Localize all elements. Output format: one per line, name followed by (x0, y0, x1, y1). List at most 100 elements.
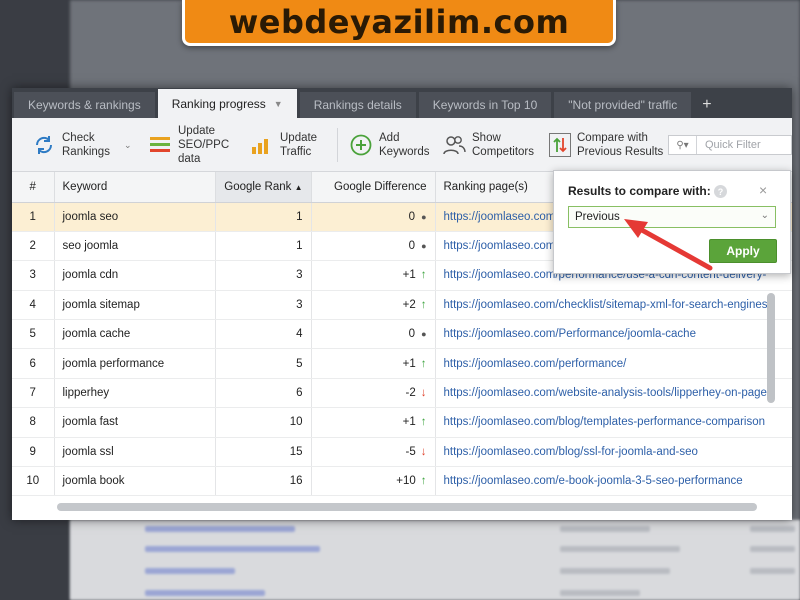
table-row[interactable]: 5 joomla cache 4 0 ● https://joomlaseo.com/Pe… (12, 319, 792, 350)
keyword-cell: joomla ssl (54, 437, 216, 468)
column-header-keyword[interactable]: Keyword (54, 172, 216, 203)
row-number: 7 (12, 378, 55, 409)
horizontal-scrollbar[interactable] (57, 503, 757, 511)
difference-value: -2 (405, 387, 416, 400)
ranking-page-link[interactable]: https://joomlaseo.com/performance/ (435, 348, 792, 379)
selected-value: Previous (575, 211, 620, 223)
tab-label: "Not provided" traffic (568, 98, 678, 112)
google-difference-cell: -5 ↓ (311, 437, 436, 468)
table-row[interactable]: 7 lipperhey 6 -2 ↓ https://joomlaseo.com/webs… (12, 378, 792, 409)
keyword-cell: seo joomla (54, 231, 216, 262)
add-tab-button[interactable]: + (694, 92, 719, 118)
compare-results-button[interactable]: Compare with Previous Results (549, 118, 663, 172)
ranking-page-link[interactable]: https://joomlaseo.com/blog/templates-per… (435, 407, 792, 438)
check-rankings-button[interactable]: Check Rankings ⌄ (32, 118, 132, 172)
toolbar: Check Rankings ⌄ Update SEO/PPC data Upd… (12, 118, 792, 172)
tab-not-provided-traffic[interactable]: "Not provided" traffic (554, 92, 692, 118)
difference-value: +10 (396, 475, 416, 488)
difference-value: 0 (408, 240, 416, 253)
ranking-page-link[interactable]: https://joomlaseo.com/website-analysis-t… (435, 378, 792, 409)
show-competitors-button[interactable]: Show Competitors (442, 118, 534, 172)
google-rank-cell: 15 (215, 437, 312, 468)
arrow-down-icon: ↓ (420, 387, 427, 400)
difference-value: +1 (402, 416, 416, 429)
add-keywords-label: Add Keywords (379, 132, 430, 158)
tab-ranking-progress[interactable]: Ranking progress ▼ (157, 89, 297, 118)
watermark-banner: webdeyazilim.com (182, 0, 616, 46)
update-traffic-button[interactable]: Update Traffic (250, 118, 317, 172)
quick-filter-placeholder: Quick Filter (705, 139, 761, 151)
ranking-page-link[interactable]: https://joomlaseo.com/checklist/sitemap-… (435, 290, 792, 321)
keyword-cell: lipperhey (54, 378, 216, 409)
row-number: 1 (12, 202, 55, 232)
google-difference-cell: +2 ↑ (311, 290, 436, 321)
ranking-page-link[interactable]: https://joomlaseo.com/e-book-joomla-3-5-… (435, 466, 792, 497)
arrow-up-icon: ↑ (420, 357, 427, 370)
tab-bar: Keywords & rankings Ranking progress ▼ Ra… (12, 88, 792, 118)
table-row[interactable]: 9 joomla ssl 15 -5 ↓ https://joomlaseo.com/bl… (12, 437, 792, 468)
ranking-page-link[interactable]: https://joomlaseo.com/blog/ssl-for-jooml… (435, 437, 792, 468)
google-difference-cell: -2 ↓ (311, 378, 436, 409)
row-number: 8 (12, 407, 55, 438)
plus-circle-icon (349, 133, 373, 157)
difference-value: 0 (408, 328, 416, 341)
tab-keywords-top10[interactable]: Keywords in Top 10 (418, 92, 552, 118)
google-rank-cell: 6 (215, 378, 312, 409)
sort-ascending-icon: ▲ (294, 182, 303, 192)
difference-value: -5 (405, 445, 416, 458)
google-difference-cell: +10 ↑ (311, 466, 436, 497)
arrow-up-icon: ↑ (420, 298, 427, 311)
chevron-down-icon: ⌄ (760, 210, 769, 221)
google-rank-cell: 1 (215, 202, 312, 232)
column-header-number[interactable]: # (12, 172, 55, 203)
watermark-text: webdeyazilim.com (228, 2, 570, 41)
keyword-cell: joomla cdn (54, 260, 216, 291)
help-icon[interactable]: ? (714, 185, 727, 198)
google-difference-cell: +1 ↑ (311, 407, 436, 438)
tab-keywords-rankings[interactable]: Keywords & rankings (14, 92, 155, 118)
close-icon[interactable]: × (759, 182, 767, 198)
table-row[interactable]: 4 joomla sitemap 3 +2 ↑ https://joomlaseo.com… (12, 290, 792, 321)
quick-filter-input[interactable]: ⚲▾ Quick Filter (668, 135, 792, 155)
keyword-cell: joomla book (54, 466, 216, 497)
google-rank-cell: 5 (215, 348, 312, 379)
keyword-cell: joomla sitemap (54, 290, 216, 321)
chevron-down-icon[interactable]: ▼ (274, 99, 283, 109)
difference-value: +1 (402, 269, 416, 282)
add-keywords-button[interactable]: Add Keywords (349, 118, 430, 172)
tab-label: Keywords & rankings (28, 98, 141, 112)
chevron-down-icon[interactable]: ⌄ (124, 138, 132, 152)
arrow-up-icon: ↑ (420, 269, 427, 282)
update-seo-ppc-button[interactable]: Update SEO/PPC data (148, 118, 229, 172)
arrow-down-icon: ↓ (420, 445, 427, 458)
google-rank-cell: 4 (215, 319, 312, 350)
table-row[interactable]: 8 joomla fast 10 +1 ↑ https://joomlaseo.com/b… (12, 407, 792, 438)
difference-value: 0 (408, 210, 416, 223)
table-row[interactable]: 10 joomla book 16 +10 ↑ https://joomlaseo.com… (12, 466, 792, 497)
compare-results-select[interactable]: Previous ⌄ (568, 206, 776, 228)
row-number: 10 (12, 466, 55, 497)
google-rank-cell: 16 (215, 466, 312, 497)
google-difference-cell: +1 ↑ (311, 260, 436, 291)
toolbar-divider (337, 128, 338, 162)
ranking-page-link[interactable]: https://joomlaseo.com/Performance/joomla… (435, 319, 792, 350)
row-number: 9 (12, 437, 55, 468)
column-header-google-difference[interactable]: Google Difference (311, 172, 436, 203)
keyword-cell: joomla performance (54, 348, 216, 379)
column-header-google-rank[interactable]: Google Rank ▲ (215, 172, 312, 203)
app-window: Keywords & rankings Ranking progress ▼ Ra… (12, 88, 792, 520)
difference-value: +1 (402, 357, 416, 370)
vertical-scrollbar[interactable] (767, 293, 775, 403)
table-row[interactable]: 6 joomla performance 5 +1 ↑ https://joomlaseo… (12, 348, 792, 379)
row-number: 5 (12, 319, 55, 350)
keyword-cell: joomla seo (54, 202, 216, 232)
tab-rankings-details[interactable]: Rankings details (299, 92, 416, 118)
update-seo-ppc-label: Update SEO/PPC data (178, 125, 230, 165)
no-change-dot-icon: ● (421, 329, 427, 340)
google-rank-cell: 3 (215, 290, 312, 321)
search-icon[interactable]: ⚲▾ (669, 136, 697, 154)
google-difference-cell: 0 ● (311, 202, 436, 232)
refresh-icon (32, 133, 56, 157)
apply-button[interactable]: Apply (709, 239, 777, 263)
keyword-cell: joomla fast (54, 407, 216, 438)
